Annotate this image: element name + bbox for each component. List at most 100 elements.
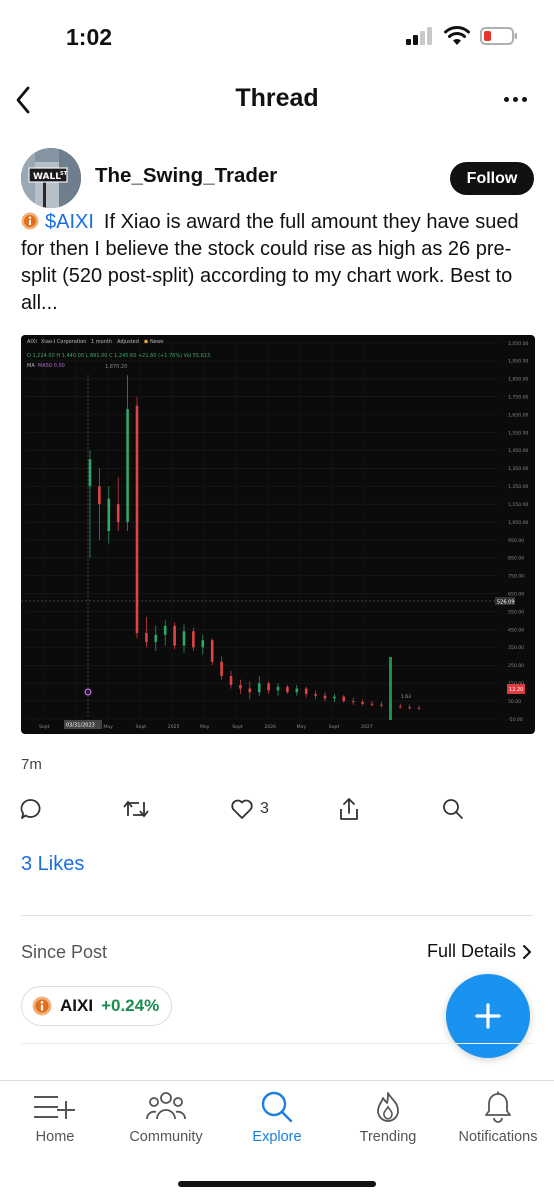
avatar[interactable]: WALL ST [21,148,81,208]
more-dot-icon [521,96,527,102]
candle-body [351,701,355,703]
candle-body [314,693,317,696]
plus-icon [475,1003,501,1029]
likes-link[interactable]: 3 Likes [21,853,84,876]
candle-body [267,683,270,691]
candle-body [173,625,176,646]
y-tick-label: 950.00 [508,538,524,544]
candle-body [135,405,139,634]
chip-change: +0.24% [101,996,160,1015]
y-tick-label: 1,150.00 [508,502,529,508]
repost-icon [123,800,149,818]
chart-adjusted: Adjusted [117,339,139,345]
explore-search-icon [261,1091,293,1123]
y-tick-label: 350.00 [508,645,524,651]
candle-body [398,706,402,708]
tab-community-label: Community [129,1129,203,1145]
comment-button[interactable] [20,794,42,824]
tab-notifications-label: Notifications [458,1129,538,1145]
wifi-icon [444,26,470,45]
tab-notifications[interactable]: Notifications [443,1091,553,1145]
chart-ohlc: O 1,224.00 H 1,440.00 L 891.00 C 1,245.6… [27,353,210,359]
full-details-label: Full Details [426,941,516,961]
stock-ticker-icon [21,212,39,230]
chart-symbol: AIXI [27,339,37,345]
candle-body [361,701,364,704]
candle-body [257,683,261,693]
y-tick-label: 250.00 [508,663,524,669]
candle-body [126,409,129,523]
compose-fab-button[interactable] [446,974,530,1058]
status-bar: 1:02 [0,0,554,70]
candle-body [370,703,374,705]
more-options-button[interactable] [498,84,532,114]
candle-body [295,688,299,693]
candle-body [163,625,167,635]
status-time: 1:02 [66,24,113,50]
divider [21,1043,533,1044]
divider [21,915,533,916]
tab-trending-label: Trending [359,1129,417,1145]
chart-image[interactable]: 2,050.00 1,950.00 1,850.00 1,750.00 1,650.00… [21,335,535,734]
tab-home[interactable]: Home [0,1091,110,1145]
y-tick-label: 850.00 [508,556,524,562]
search-icon [443,799,463,819]
y-tick-label: 1,550.00 [508,430,529,436]
ticker-chip[interactable]: AIXI +0.24% [21,986,173,1026]
tab-community[interactable]: Community [111,1091,221,1145]
username[interactable]: The_Swing_Trader [95,164,277,188]
full-details-link[interactable]: Full Details [427,941,532,962]
y-tick-label: 1,850.00 [508,377,529,383]
candle-body [145,633,148,643]
more-dot-icon [512,96,518,102]
price-marker-label: 526.09 [497,600,515,606]
candle-body [333,696,336,699]
tab-trending[interactable]: Trending [333,1091,443,1145]
community-icon [146,1092,186,1120]
more-dot-icon [503,96,509,102]
candle-body [154,634,158,643]
candle-body [248,688,252,693]
chart-period: 1 month [91,339,112,345]
chart-ma-label: MA [27,363,35,369]
candle-body [98,486,101,505]
y-tick-label: 1,450.00 [508,448,529,454]
chip-symbol: AIXI [60,996,94,1015]
avatar-sign-sup: ST [60,171,68,177]
ticker-link[interactable]: $AIXI [45,211,94,233]
x-tick-label: 2027 [361,724,373,730]
candle-body [342,696,346,702]
x-tick-label: Sept [39,724,50,730]
post-header: WALL ST The_Swing_Trader Follow [21,148,534,208]
x-tick-label: Sept [329,724,340,730]
candle-body [408,707,411,709]
share-button[interactable] [338,794,360,824]
follow-button[interactable]: Follow [450,162,534,195]
x-tick-label: 2025 [168,724,180,730]
search-post-button[interactable] [442,794,464,824]
avatar-sign-text: WALL [33,172,61,182]
chart-ma-value: MA50 0.00 [38,363,65,369]
candle-body [116,504,120,523]
candle-body [380,704,383,706]
page-title: Thread [235,84,319,112]
candle-body [229,676,233,685]
post-actions: 3 [0,794,554,824]
repost-button[interactable] [122,794,150,824]
chevron-right-icon [523,944,531,959]
y-tick-label: 1,950.00 [508,359,529,365]
last-price-label: 12.20 [509,687,523,693]
bell-icon [485,1091,511,1123]
since-post-label: Since Post [21,942,108,962]
chart-company-name: Xiao-I Corporation [41,339,86,345]
date-marker-label: 03/31/2023 [66,723,95,729]
nav-bar: Thread [0,76,554,122]
post-text: If Xiao is award the full amount they ha… [21,211,519,314]
battery-icon [480,27,517,45]
candle-body [276,686,280,691]
like-button[interactable]: 3 [230,794,269,824]
tab-explore[interactable]: Explore [222,1091,332,1145]
candle-body [417,707,421,709]
candle-body [88,459,92,487]
candle-body [220,661,223,677]
